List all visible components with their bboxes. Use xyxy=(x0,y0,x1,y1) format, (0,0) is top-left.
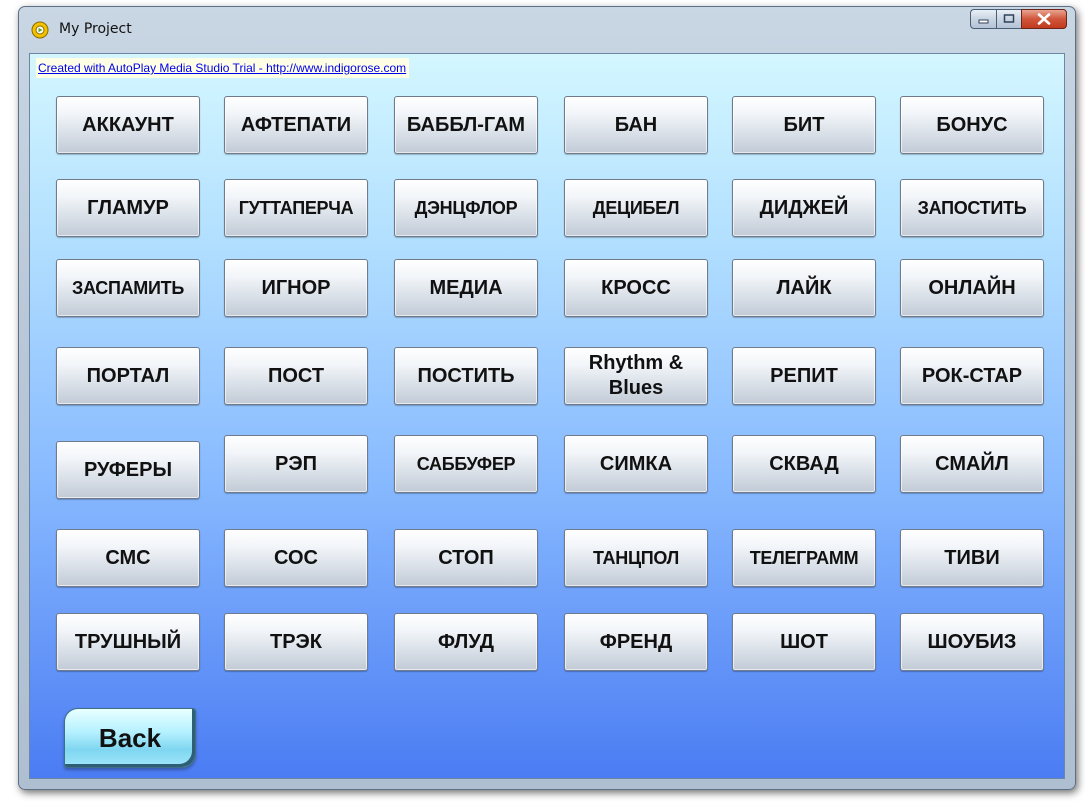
word-button[interactable]: БИТ xyxy=(732,96,876,154)
word-button[interactable]: ПОРТАЛ xyxy=(56,347,200,405)
word-button[interactable]: ГУТТАПЕРЧА xyxy=(224,179,368,237)
trial-notice-link[interactable]: Created with AutoPlay Media Studio Trial… xyxy=(36,58,410,78)
word-button[interactable]: РОК-СТАР xyxy=(900,347,1044,405)
title-bar[interactable]: My Project xyxy=(19,7,1075,51)
word-button[interactable]: ТРЭК xyxy=(224,613,368,671)
word-button[interactable]: ТРУШНЫЙ xyxy=(56,613,200,671)
word-button[interactable]: СИМКА xyxy=(564,435,708,493)
word-button[interactable]: ПОСТИТЬ xyxy=(394,347,538,405)
word-button[interactable]: ОНЛАЙН xyxy=(900,259,1044,317)
word-button[interactable]: ДИДЖЕЙ xyxy=(732,179,876,237)
word-button[interactable]: ТЕЛЕГРАММ xyxy=(732,529,876,587)
word-button[interactable]: СКВАД xyxy=(732,435,876,493)
word-button[interactable]: Rhythm & Blues xyxy=(564,347,708,405)
close-icon xyxy=(1037,13,1051,25)
word-button[interactable]: МЕДИА xyxy=(394,259,538,317)
word-button[interactable]: СМС xyxy=(56,529,200,587)
word-button[interactable]: БОНУС xyxy=(900,96,1044,154)
word-button[interactable]: ЗАСПАМИТЬ xyxy=(56,259,200,317)
word-button[interactable]: КРОСС xyxy=(564,259,708,317)
back-button[interactable]: Back xyxy=(64,708,196,768)
word-button[interactable]: РУФЕРЫ xyxy=(56,441,200,499)
word-button[interactable]: ШОУБИЗ xyxy=(900,613,1044,671)
word-button[interactable]: ИГНОР xyxy=(224,259,368,317)
app-window: My Project Created with AutoPlay Media S… xyxy=(18,6,1076,790)
word-button[interactable]: ДЭНЦФЛОР xyxy=(394,179,538,237)
autoplay-app-icon xyxy=(31,21,49,39)
word-button[interactable]: ТАНЦПОЛ xyxy=(564,529,708,587)
word-button[interactable]: ФЛУД xyxy=(394,613,538,671)
word-button[interactable]: ФРЕНД xyxy=(564,613,708,671)
word-button[interactable]: СМАЙЛ xyxy=(900,435,1044,493)
word-button[interactable]: АФТЕПАТИ xyxy=(224,96,368,154)
caption-buttons xyxy=(970,9,1067,31)
minimize-icon xyxy=(978,19,988,24)
word-button[interactable]: ЛАЙК xyxy=(732,259,876,317)
word-button[interactable]: БАН xyxy=(564,96,708,154)
word-button[interactable]: ШОТ xyxy=(732,613,876,671)
word-button[interactable]: БАББЛ-ГАМ xyxy=(394,96,538,154)
word-button[interactable]: ГЛАМУР xyxy=(56,179,200,237)
word-button[interactable]: РЕПИТ xyxy=(732,347,876,405)
word-button[interactable]: СОС xyxy=(224,529,368,587)
word-button[interactable]: ПОСТ xyxy=(224,347,368,405)
word-button[interactable]: ЗАПОСТИТЬ xyxy=(900,179,1044,237)
client-area: Created with AutoPlay Media Studio Trial… xyxy=(29,53,1065,779)
maximize-button[interactable] xyxy=(996,9,1021,29)
word-button[interactable]: ДЕЦИБЕЛ xyxy=(564,179,708,237)
maximize-icon xyxy=(1003,14,1015,23)
word-button[interactable]: САББУФЕР xyxy=(394,435,538,493)
word-button[interactable]: СТОП xyxy=(394,529,538,587)
window-title: My Project xyxy=(59,21,132,37)
word-button[interactable]: ТИВИ xyxy=(900,529,1044,587)
word-button[interactable]: АККАУНТ xyxy=(56,96,200,154)
minimize-button[interactable] xyxy=(970,9,996,29)
close-button[interactable] xyxy=(1021,9,1067,29)
word-button[interactable]: РЭП xyxy=(224,435,368,493)
